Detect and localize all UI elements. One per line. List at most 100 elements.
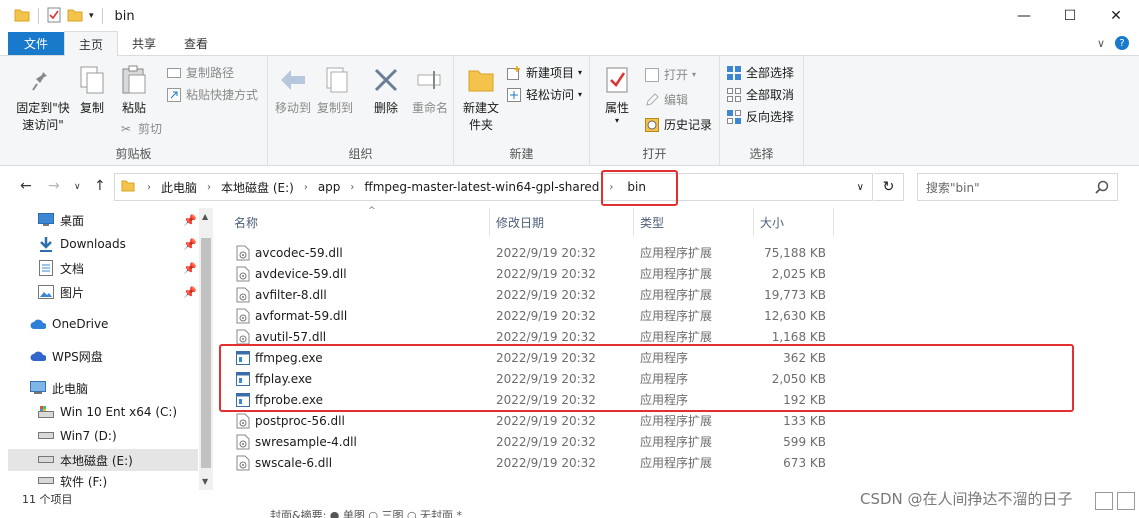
edit-button[interactable]: 编辑: [644, 91, 688, 108]
table-row[interactable]: postproc-56.dll 2022/9/19 20:32 应用程序扩展 133 …: [234, 410, 849, 431]
invert-selection-button[interactable]: 反向选择: [726, 108, 794, 125]
ribbon-options: ∨ ?: [1097, 36, 1129, 50]
minimize-button[interactable]: —: [1001, 0, 1047, 32]
pin-icon[interactable]: 📌: [183, 262, 197, 275]
tab-file[interactable]: 文件: [8, 32, 65, 55]
chevron-down-icon[interactable]: ▾: [89, 11, 94, 21]
table-row[interactable]: avcodec-59.dll 2022/9/19 20:32 应用程序扩展 75,18…: [234, 242, 849, 263]
nav-this-pc[interactable]: 此电脑: [30, 377, 88, 399]
dll-file-icon: [236, 308, 250, 324]
nav-drive-f[interactable]: 软件 (F:): [38, 473, 107, 489]
history-button[interactable]: 历史记录: [644, 116, 712, 133]
copy-path-button[interactable]: 复制路径: [166, 64, 234, 81]
properties-icon: [601, 64, 633, 96]
file-size: 133 KB: [783, 413, 826, 428]
properties-icon[interactable]: [47, 7, 61, 26]
paste-button[interactable]: 粘贴: [116, 64, 152, 117]
nav-desktop[interactable]: 桌面: [38, 209, 84, 231]
ribbon-tabs: 文件 主页 共享 查看 ∨ ?: [0, 31, 1139, 56]
forward-arrow-icon[interactable]: →: [48, 178, 60, 194]
select-group: 全部选择 全部取消 反向选择 选择: [720, 56, 804, 166]
back-arrow-icon[interactable]: ←: [20, 178, 32, 194]
file-type: 应用程序扩展: [640, 456, 713, 470]
tab-share[interactable]: 共享: [118, 31, 170, 55]
move-to-button[interactable]: 移动到: [274, 64, 312, 117]
address-bar[interactable]: › 此电脑 › 本地磁盘 (E:) › app › ffmpeg-master-…: [114, 173, 873, 201]
pin-icon[interactable]: 📌: [183, 238, 197, 251]
chevron-down-icon[interactable]: ∨: [1097, 37, 1105, 50]
scroll-up-icon[interactable]: ▲: [202, 212, 208, 221]
dll-file-icon: [236, 245, 250, 261]
pin-quick-access-button[interactable]: 固定到"快速访问": [10, 64, 76, 134]
chevron-right-icon[interactable]: ›: [201, 182, 217, 193]
copy-path-icon: [166, 65, 182, 81]
chevron-right-icon[interactable]: ›: [344, 182, 360, 193]
copy-button[interactable]: 复制: [76, 64, 108, 117]
search-box[interactable]: 搜索"bin": [917, 173, 1118, 201]
select-all-icon: [726, 65, 742, 81]
easy-access-button[interactable]: 轻松访问 ▾: [506, 86, 582, 103]
open-button[interactable]: 打开 ▾: [644, 66, 696, 83]
breadcrumb-drive-e[interactable]: 本地磁盘 (E:): [217, 179, 298, 196]
table-row[interactable]: avdevice-59.dll 2022/9/19 20:32 应用程序扩展 2,02…: [234, 263, 849, 284]
help-icon[interactable]: ?: [1115, 36, 1129, 50]
large-icons-view-icon[interactable]: [1117, 492, 1135, 510]
nav-scrollbar[interactable]: ▲ ▼: [199, 208, 213, 490]
pin-icon[interactable]: 📌: [183, 214, 197, 227]
nav-pictures-label: 图片: [60, 285, 85, 300]
breadcrumb-app[interactable]: app: [314, 180, 345, 194]
cut-button[interactable]: ✂ 剪切: [118, 120, 162, 137]
column-type[interactable]: 类型: [634, 208, 754, 236]
nav-drive-d[interactable]: Win7 (D:): [38, 425, 117, 447]
file-date: 2022/9/19 20:32: [496, 287, 596, 302]
table-row[interactable]: swresample-4.dll 2022/9/19 20:32 应用程序扩展 599…: [234, 431, 849, 452]
paste-shortcut-button[interactable]: 粘贴快捷方式: [166, 86, 258, 103]
up-arrow-icon[interactable]: ↑: [94, 178, 106, 194]
maximize-button[interactable]: ☐: [1047, 0, 1093, 32]
rename-button[interactable]: 重命名: [408, 64, 452, 117]
table-row[interactable]: swscale-6.dll 2022/9/19 20:32 应用程序扩展 673 KB: [234, 452, 849, 473]
chevron-down-icon[interactable]: ∨: [74, 182, 81, 192]
column-date[interactable]: 修改日期: [490, 208, 634, 236]
refresh-button[interactable]: ↻: [874, 173, 904, 201]
window-controls: — ☐ ✕: [1001, 0, 1139, 32]
properties-button[interactable]: 属性 ▾: [600, 64, 634, 125]
table-row[interactable]: avformat-59.dll 2022/9/19 20:32 应用程序扩展 12,6…: [234, 305, 849, 326]
nav-wps[interactable]: WPS网盘: [30, 345, 103, 367]
navigation-bar: ← → ∨ ↑ › 此电脑 › 本地磁盘 (E:) › app › ffmpeg…: [0, 166, 1139, 208]
chevron-down-icon: ▾: [578, 68, 583, 77]
paste-label: 粘贴: [121, 101, 146, 115]
nav-drive-c[interactable]: Win 10 Ent x64 (C:): [38, 401, 177, 423]
select-all-button[interactable]: 全部选择: [726, 64, 794, 81]
breadcrumb-this-pc[interactable]: 此电脑: [157, 179, 201, 196]
nav-pictures[interactable]: 图片: [38, 281, 84, 303]
nav-documents[interactable]: 文档: [38, 257, 84, 279]
file-size: 19,773 KB: [764, 287, 826, 302]
chevron-down-icon: ▾: [614, 116, 619, 125]
select-none-button[interactable]: 全部取消: [726, 86, 794, 103]
chevron-down-icon[interactable]: ∨: [857, 182, 864, 193]
copy-to-button[interactable]: 复制到: [316, 64, 354, 117]
delete-button[interactable]: 删除: [368, 64, 404, 117]
nav-onedrive[interactable]: OneDrive: [30, 313, 108, 335]
nav-downloads[interactable]: Downloads: [38, 233, 126, 255]
tab-view[interactable]: 查看: [170, 31, 222, 55]
column-name[interactable]: 名称 ^: [228, 206, 490, 236]
file-name-text: avdevice-59.dll: [255, 266, 347, 281]
nav-drive-e[interactable]: 本地磁盘 (E:): [8, 449, 198, 471]
table-row[interactable]: avfilter-8.dll 2022/9/19 20:32 应用程序扩展 19,77…: [234, 284, 849, 305]
pin-icon[interactable]: 📌: [183, 286, 197, 299]
scroll-down-icon[interactable]: ▼: [202, 477, 208, 486]
new-item-button[interactable]: 新建项目 ▾: [506, 64, 582, 81]
column-name-label: 名称: [234, 215, 259, 230]
new-folder-icon[interactable]: [67, 8, 83, 25]
details-view-icon[interactable]: [1095, 492, 1113, 510]
column-size[interactable]: 大小: [754, 208, 834, 236]
chevron-right-icon[interactable]: ›: [141, 182, 157, 193]
tab-home[interactable]: 主页: [64, 31, 119, 56]
close-button[interactable]: ✕: [1093, 0, 1139, 32]
scroll-thumb[interactable]: [201, 238, 211, 468]
new-folder-button[interactable]: 新建文件夹: [458, 64, 504, 134]
chevron-right-icon[interactable]: ›: [298, 182, 314, 193]
breadcrumb-ffmpeg[interactable]: ffmpeg-master-latest-win64-gpl-shared: [360, 180, 603, 194]
